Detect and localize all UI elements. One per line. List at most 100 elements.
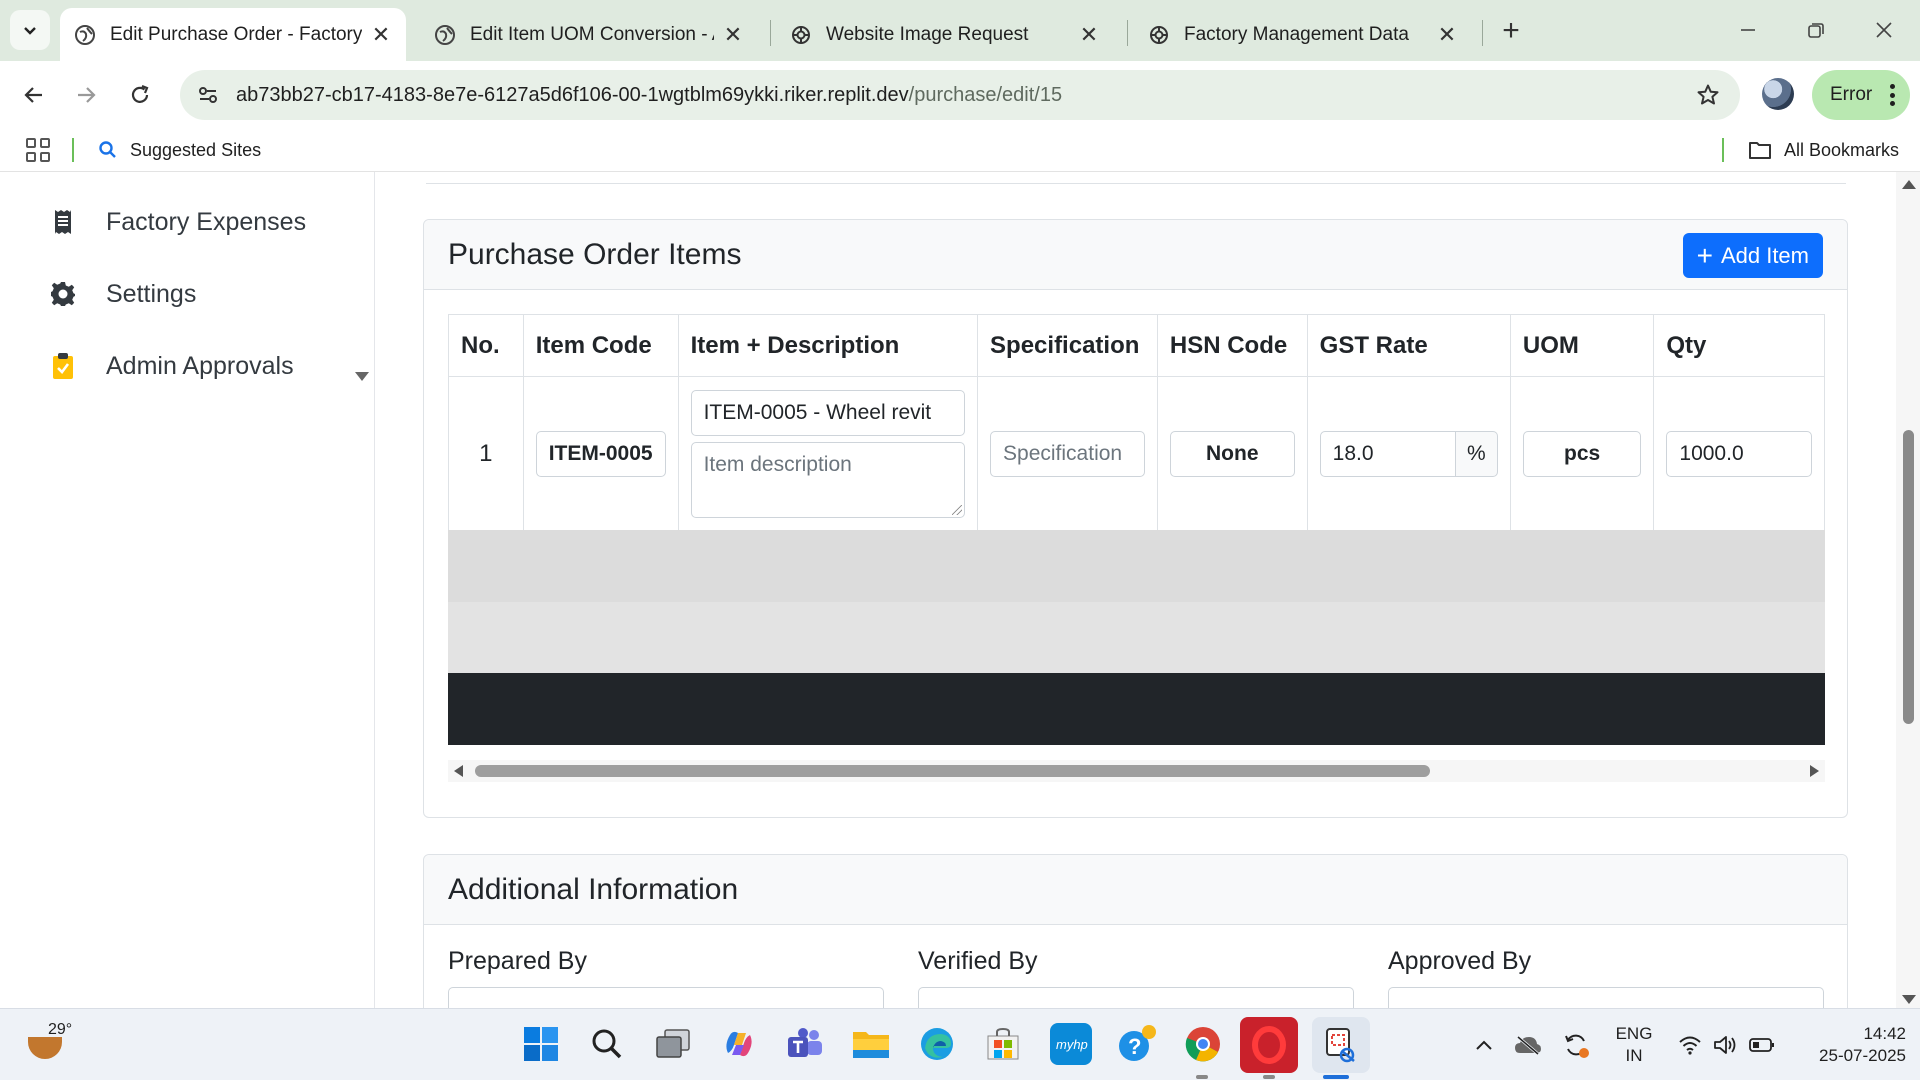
new-tab-button[interactable]: + [1494,14,1528,48]
item-name-input[interactable]: ITEM-0005 - Wheel revit [690,389,966,436]
sidebar-item-factory-expenses[interactable]: Factory Expenses [50,202,306,242]
specification-cell: Specification [977,376,1158,531]
address-bar[interactable]: ab73bb27-cb17-4183-8e7e-6127a5d6f106-00-… [180,70,1740,120]
sidebar-item-settings[interactable]: Settings [50,274,196,314]
tab-website-image-request[interactable]: Website Image Request ✕ [776,8,1114,61]
specification-input[interactable]: Specification [990,430,1145,477]
copilot-button[interactable] [718,1023,760,1065]
close-icon[interactable]: ✕ [1078,22,1100,47]
browser-toolbar: ab73bb27-cb17-4183-8e7e-6127a5d6f106-00-… [0,61,1920,128]
weather-widget[interactable]: 29° [26,1021,86,1069]
sidebar-scroll-down-icon[interactable] [355,372,369,381]
tab-factory-management-data[interactable]: Factory Management Data ✕ [1134,8,1472,61]
bookmark-label: All Bookmarks [1784,139,1900,160]
bookmark-star-icon[interactable] [1694,81,1722,109]
additional-information-card: Additional Information Prepared By Verif… [423,854,1848,1008]
resize-handle-icon[interactable] [952,504,963,515]
volume-status[interactable] [1708,1009,1744,1080]
approved-by-input[interactable] [1388,987,1824,1008]
site-settings-icon[interactable] [194,81,222,109]
sidebar-blank-area [0,388,350,1008]
minimize-button[interactable] [1728,10,1768,50]
url-text[interactable]: ab73bb27-cb17-4183-8e7e-6127a5d6f106-00-… [236,70,1062,120]
arrow-right-icon [78,87,96,103]
sync-button[interactable] [1556,1009,1596,1080]
column-header: UOM [1509,314,1655,377]
uom-cell: pcs [1509,376,1655,531]
more-options-icon [1890,84,1896,106]
edge-browser-button[interactable] [916,1023,958,1065]
scroll-down-icon[interactable] [1902,995,1916,1004]
running-indicator [1263,1075,1275,1079]
item-description-textarea[interactable]: Item description [690,441,966,518]
vertical-scrollbar[interactable] [1896,172,1920,1008]
column-header: Item Code [522,314,679,377]
forward-button[interactable] [66,75,106,115]
tab-search-button[interactable] [10,10,50,50]
all-bookmarks-button[interactable]: All Bookmarks [1748,128,1899,172]
close-window-button[interactable] [1864,10,1904,50]
chrome-button[interactable] [1182,1023,1224,1065]
row-number: 1 [448,376,524,531]
scroll-right-icon[interactable] [1810,765,1819,777]
onedrive-button[interactable] [1508,1009,1548,1080]
get-help-button[interactable]: ? [1116,1023,1158,1065]
item-code-input[interactable]: ITEM-0005 [535,430,666,477]
add-item-button[interactable]: + Add Item [1682,233,1823,278]
help-icon: ? [1119,1025,1156,1061]
myhp-button[interactable]: myhp [1050,1023,1092,1065]
prepared-by-label: Prepared By [448,947,587,975]
arrow-left-icon [24,87,42,103]
microsoft-store-button[interactable] [982,1023,1024,1065]
snipping-tool-button[interactable] [1312,1017,1370,1073]
teams-button[interactable] [784,1023,826,1065]
task-view-button[interactable] [652,1023,694,1065]
taskbar-search-button[interactable] [586,1023,628,1065]
hsn-code-input[interactable]: None [1169,430,1295,477]
reload-button[interactable] [120,75,160,115]
restore-icon [1808,23,1824,38]
region-code: IN [1625,1046,1643,1065]
column-header: Item + Description [677,314,979,377]
minimize-icon [1741,29,1755,31]
profile-avatar[interactable] [1762,78,1794,110]
scroll-up-icon[interactable] [1902,180,1916,189]
items-table-wrapper[interactable]: No. Item Code Item + Description Specifi… [448,314,1825,748]
scroll-left-icon[interactable] [454,765,463,777]
language-indicator[interactable]: ENG IN [1612,1023,1656,1067]
card-title: Additional Information [448,873,739,906]
scrollbar-thumb[interactable] [475,765,1430,777]
close-icon[interactable]: ✕ [1436,22,1458,47]
battery-status[interactable] [1744,1009,1780,1080]
apps-grid-icon[interactable] [26,138,50,162]
wifi-status[interactable] [1672,1009,1708,1080]
show-hidden-icons-button[interactable] [1466,1009,1502,1080]
qty-input[interactable]: 1000.0 [1666,430,1812,477]
verified-by-input[interactable] [918,987,1354,1008]
prepared-by-input[interactable] [448,987,884,1008]
file-explorer-button[interactable] [850,1023,892,1065]
clock-time: 14:42 [1863,1024,1906,1043]
scrollbar-thumb[interactable] [1903,430,1914,724]
tab-edit-purchase-order[interactable]: Edit Purchase Order - Factory M ✕ [60,8,406,61]
back-button[interactable] [14,75,54,115]
windows-icon [524,1027,558,1061]
plus-icon: + [1696,239,1713,271]
chevron-up-icon [1476,1040,1492,1050]
tab-edit-item-uom[interactable]: Edit Item UOM Conversion - AK ✕ [420,8,758,61]
bookmark-suggested-sites[interactable]: Suggested Sites [98,128,261,172]
sidebar-item-label: Settings [106,279,197,308]
gst-rate-input[interactable]: 18.0 [1319,430,1456,477]
opera-button[interactable] [1240,1017,1298,1073]
restore-button[interactable] [1796,10,1836,50]
sidebar-item-admin-approvals[interactable]: Admin Approvals [50,346,294,386]
start-button[interactable] [520,1023,562,1065]
uom-input[interactable]: pcs [1522,430,1642,477]
sidebar-item-label: Factory Expenses [106,207,307,236]
close-icon[interactable]: ✕ [722,22,744,47]
system-clock[interactable]: 14:42 25-07-2025 [1790,1023,1906,1067]
horizontal-scrollbar[interactable] [448,760,1825,782]
close-icon[interactable]: ✕ [370,22,392,47]
column-header: Qty [1653,314,1825,377]
profile-error-button[interactable]: Error [1812,70,1910,120]
